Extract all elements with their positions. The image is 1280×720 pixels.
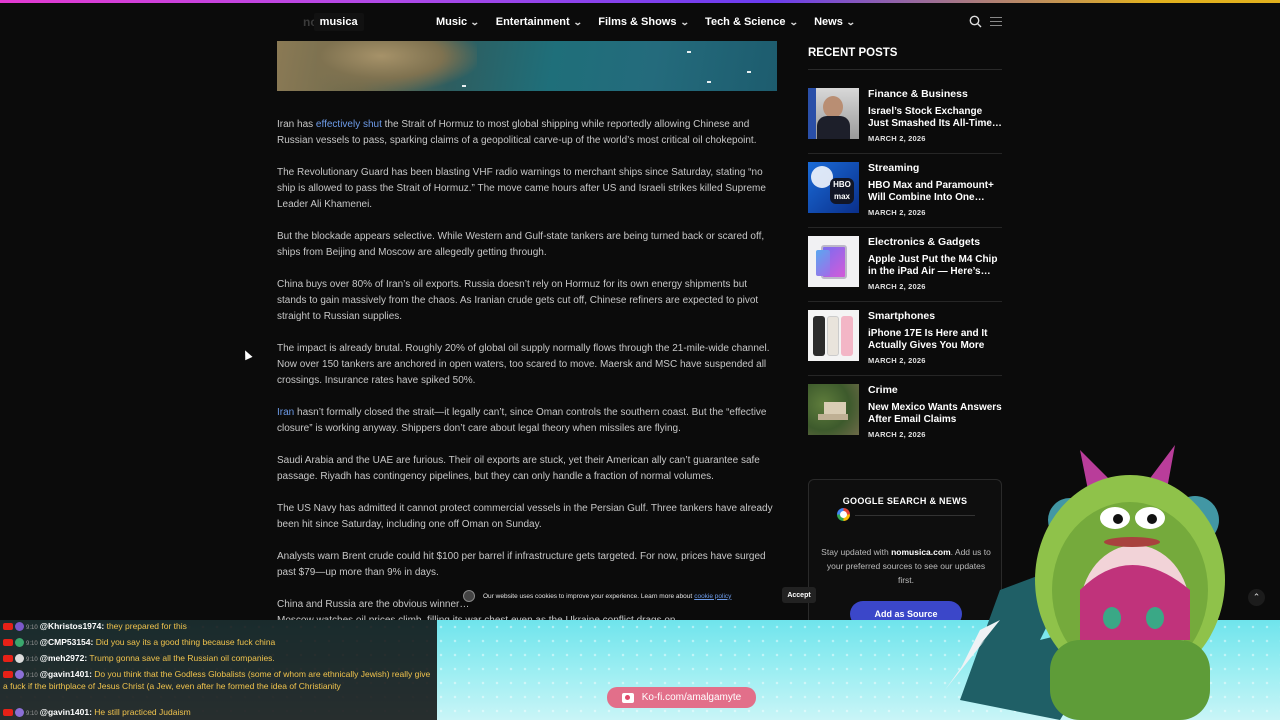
article-paragraph: But the blockade appears selective. Whil… <box>277 231 765 258</box>
post-date: MARCH 2, 2026 <box>868 208 926 217</box>
vtuber-avatar-image <box>945 445 1225 720</box>
effectively-shut-link[interactable]: effectively shut <box>316 119 382 130</box>
youtube-icon <box>3 655 13 663</box>
article-body: Iran has effectively shut the Strait of … <box>277 117 777 645</box>
recent-post[interactable]: Smartphones iPhone 17E Is Here and It Ac… <box>808 310 1004 370</box>
kofi-link-text: Ko-fi.com/amalgamyte <box>641 692 742 703</box>
post-title[interactable]: New Mexico Wants Answers After Email Cla… <box>868 402 1004 426</box>
kofi-cup-icon <box>621 692 634 703</box>
recent-post[interactable]: Crime New Mexico Wants Answers After Ema… <box>808 384 1004 444</box>
post-thumbnail[interactable]: HBO max <box>808 162 859 213</box>
nav-films-shows[interactable]: Films & Shows ⌄ <box>598 16 690 28</box>
post-thumbnail[interactable] <box>808 384 859 435</box>
recent-post[interactable]: HBO max Streaming HBO Max and Paramount+ … <box>808 162 1004 222</box>
post-date: MARCH 2, 2026 <box>868 134 926 143</box>
post-date: MARCH 2, 2026 <box>868 282 926 291</box>
divider <box>808 227 1002 228</box>
recent-post[interactable]: Finance & Business Israel’s Stock Exchan… <box>808 88 1004 148</box>
main-nav: Music ⌄ Entertainment ⌄ Films & Shows ⌄ Tec… <box>436 3 856 41</box>
nav-label: Tech & Science <box>705 16 786 28</box>
divider <box>808 301 1002 302</box>
chat-message: 9:10 @Khristos1974: they prepared for thi… <box>3 621 433 633</box>
divider <box>808 375 1002 376</box>
post-category[interactable]: Smartphones <box>868 310 935 322</box>
avatar <box>15 708 24 718</box>
chevron-down-icon: ⌄ <box>788 16 799 27</box>
chat-message: 9:10 @CMP53154: Did you say its a good th… <box>3 637 433 649</box>
divider <box>808 69 1002 70</box>
cookie-text: Our website uses cookies to improve your… <box>483 592 693 600</box>
chevron-down-icon: ⌄ <box>572 16 583 27</box>
article-hero-image <box>277 41 777 91</box>
nav-news[interactable]: News ⌄ <box>814 16 856 28</box>
article-paragraph: China buys over 80% of Iran’s oil export… <box>277 279 759 322</box>
post-category[interactable]: Streaming <box>868 162 919 174</box>
hamburger-menu-icon[interactable] <box>990 17 1002 26</box>
article-paragraph: The impact is already brutal. Roughly 20… <box>277 343 770 386</box>
avatar <box>15 622 24 632</box>
post-date: MARCH 2, 2026 <box>868 430 926 439</box>
search-icon[interactable] <box>969 15 982 28</box>
nav-tech-science[interactable]: Tech & Science ⌄ <box>705 16 799 28</box>
chevron-down-icon: ⌄ <box>679 16 690 27</box>
cookie-banner: Our website uses cookies to improve your… <box>463 587 823 605</box>
site-header: no musica Music ⌄ Entertainment ⌄ Films & … <box>0 3 1280 41</box>
nav-label: Entertainment <box>495 16 570 28</box>
site-logo[interactable]: no musica <box>303 11 364 33</box>
youtube-icon <box>3 671 13 679</box>
post-thumbnail[interactable] <box>808 310 859 361</box>
nav-music[interactable]: Music ⌄ <box>436 16 480 28</box>
post-category[interactable]: Crime <box>868 384 898 396</box>
google-icon <box>837 508 850 521</box>
article-paragraph: The Revolutionary Guard has been blastin… <box>277 167 766 210</box>
article-paragraph: Analysts warn Brent crude could hit $100… <box>277 551 766 578</box>
youtube-icon <box>3 639 13 647</box>
logo-text: musica <box>313 13 364 31</box>
post-category[interactable]: Electronics & Gadgets <box>868 236 980 248</box>
nav-label: Music <box>436 16 468 28</box>
post-title[interactable]: Israel’s Stock Exchange Just Smashed Its… <box>868 106 1004 130</box>
youtube-icon <box>3 709 13 717</box>
chat-message: 9:10 @gavin1401: Do you think that the Go… <box>3 669 431 691</box>
article-paragraph: Saudi Arabia and the UAE are furious. Th… <box>277 455 760 482</box>
mouse-cursor <box>241 348 253 361</box>
post-date: MARCH 2, 2026 <box>868 356 926 365</box>
post-thumbnail[interactable] <box>808 236 859 287</box>
post-title[interactable]: Apple Just Put the M4 Chip in the iPad A… <box>868 254 1004 278</box>
post-title[interactable]: iPhone 17E Is Here and It Actually Gives… <box>868 328 1004 352</box>
chevron-down-icon: ⌄ <box>470 16 480 27</box>
chat-message: 9:10 @gavin1401: He still practiced Judai… <box>3 707 433 719</box>
recent-posts-heading: RECENT POSTS <box>808 47 898 59</box>
avatar <box>15 654 24 664</box>
cookie-policy-link[interactable]: cookie policy <box>694 593 731 600</box>
youtube-icon <box>3 623 13 631</box>
article-paragraph: Iran hasn’t formally closed the strait—i… <box>277 407 767 434</box>
avatar <box>15 638 24 648</box>
chevron-down-icon: ⌄ <box>845 16 856 27</box>
live-chat-overlay: 9:10 @Khristos1974: they prepared for thi… <box>0 620 437 720</box>
post-title[interactable]: HBO Max and Paramount+ Will Combine Into… <box>868 180 1004 204</box>
cookie-icon <box>463 590 475 602</box>
divider <box>808 153 1002 154</box>
recent-post[interactable]: Electronics & Gadgets Apple Just Put the… <box>808 236 1004 296</box>
nav-entertainment[interactable]: Entertainment ⌄ <box>495 16 583 28</box>
accept-cookies-button[interactable]: Accept <box>782 587 816 603</box>
article-paragraph: Iran has effectively shut the Strait of … <box>277 119 757 146</box>
post-thumbnail[interactable] <box>808 88 859 139</box>
article-paragraph: The US Navy has admitted it cannot prote… <box>277 503 773 530</box>
nav-label: Films & Shows <box>598 16 677 28</box>
iran-link[interactable]: Iran <box>277 407 294 418</box>
post-category[interactable]: Finance & Business <box>868 88 968 100</box>
nav-label: News <box>814 16 843 28</box>
avatar <box>15 670 24 680</box>
chat-message: 9:10 @meh2972: Trump gonna save all the R… <box>3 653 433 665</box>
kofi-banner: Ko-fi.com/amalgamyte <box>607 687 756 708</box>
